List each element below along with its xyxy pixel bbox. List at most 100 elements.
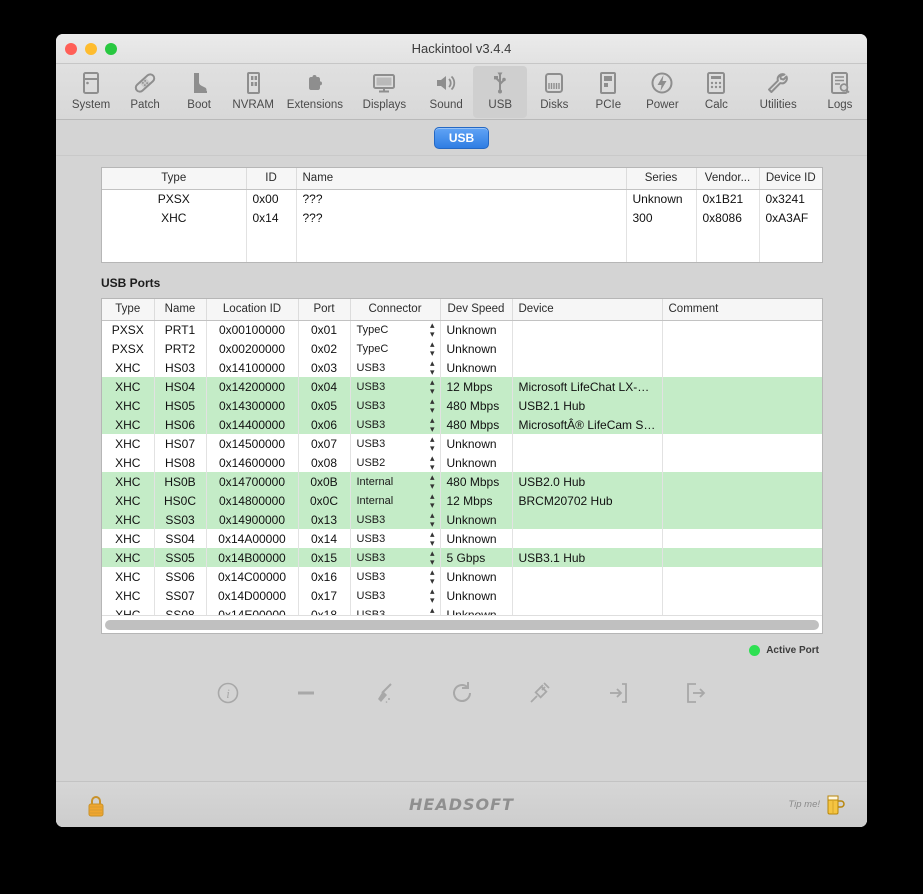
stepper-chevron-icon[interactable]: ▴▾ bbox=[430, 320, 435, 339]
column-header[interactable]: Type bbox=[102, 299, 155, 321]
toolbar-item-usb[interactable]: USB bbox=[473, 66, 528, 118]
cell-connector[interactable]: USB3 ▴▾ bbox=[350, 415, 441, 434]
refresh-button[interactable] bbox=[449, 680, 475, 706]
minimize-button[interactable] bbox=[85, 43, 97, 55]
scrollbar-thumb[interactable] bbox=[105, 619, 819, 630]
stepper-chevron-icon[interactable]: ▴▾ bbox=[430, 567, 435, 586]
table-row[interactable]: XHC 0x14??? 300 0x8086 0xA3AF bbox=[102, 208, 822, 227]
table-row[interactable]: XHC SS07 0x14D00000 0x17 USB3 ▴ ▾ Unknown bbox=[102, 586, 822, 605]
column-header[interactable]: Location ID bbox=[206, 299, 299, 321]
toolbar-item-sound[interactable]: Sound bbox=[419, 66, 473, 118]
table-row[interactable]: XHC HS05 0x14300000 0x05 USB3 ▴ ▾ 480 Mbps USB2.… bbox=[102, 396, 822, 415]
cell-connector[interactable]: USB3 ▴▾ bbox=[350, 377, 441, 396]
export-button[interactable] bbox=[683, 680, 709, 706]
stepper-chevron-icon[interactable]: ▴▾ bbox=[430, 453, 435, 472]
stepper-chevron-icon[interactable]: ▴▾ bbox=[430, 339, 435, 358]
cell-name: HS07 bbox=[154, 434, 207, 453]
stepper-chevron-icon[interactable]: ▴▾ bbox=[430, 434, 435, 453]
table-row[interactable]: XHC HS06 0x14400000 0x06 USB3 ▴ ▾ 480 Mbps Micro… bbox=[102, 415, 822, 434]
cell-connector[interactable]: Internal ▴ ▾ bbox=[350, 491, 441, 510]
minus-button[interactable] bbox=[293, 680, 319, 706]
stepper-chevron-icon[interactable]: ▴▾ bbox=[430, 548, 435, 567]
toolbar-item-power[interactable]: Power bbox=[635, 66, 689, 118]
column-header[interactable]: Name bbox=[296, 168, 627, 190]
cell-type: XHC bbox=[102, 208, 247, 227]
stepper-chevron-icon[interactable]: ▴▾ bbox=[430, 510, 435, 529]
cell-dev-speed: 12 Mbps bbox=[440, 377, 513, 396]
cell-connector[interactable]: USB3 ▴▾ bbox=[350, 529, 441, 548]
tab-usb[interactable]: USB bbox=[433, 126, 490, 149]
column-header[interactable]: Device ID bbox=[759, 168, 822, 190]
column-header[interactable]: Vendor... bbox=[696, 168, 760, 190]
toolbar-item-pcie[interactable]: PCIe bbox=[581, 66, 635, 118]
stepper-chevron-icon[interactable]: ▴▾ bbox=[430, 605, 435, 615]
cell-connector[interactable]: USB3 ▴▾ bbox=[350, 567, 441, 586]
column-header[interactable]: Connector bbox=[350, 299, 441, 321]
table-row[interactable]: XHC HS04 0x14200000 0x04 USB3 ▴ ▾ 12 Mbps Micros… bbox=[102, 377, 822, 396]
lock-icon[interactable] bbox=[86, 794, 106, 823]
column-header[interactable]: Dev Speed bbox=[440, 299, 513, 321]
cell-connector[interactable]: USB3 ▴▾ bbox=[350, 434, 441, 453]
toolbar-item-utilities[interactable]: Utilities bbox=[743, 66, 812, 118]
table-row[interactable]: PXSX PRT2 0x00200000 0x02 TypeC ▴ ▾ Unknown bbox=[102, 339, 822, 358]
table-row[interactable]: PXSX 0x00??? Unknown 0x1B21 0x3241 bbox=[102, 189, 822, 208]
cell-connector[interactable]: USB3 ▴▾ bbox=[350, 396, 441, 415]
table-row[interactable]: XHC SS05 0x14B00000 0x15 USB3 ▴ ▾ 5 Gbps USB3.1 … bbox=[102, 548, 822, 567]
connector-value: USB3 bbox=[356, 418, 386, 431]
table-row[interactable]: XHC HS08 0x14600000 0x08 USB2 ▴ ▾ Unknown bbox=[102, 453, 822, 472]
cell-connector[interactable]: USB3 ▴▾ bbox=[350, 605, 441, 615]
broom-button[interactable] bbox=[371, 680, 397, 706]
column-header[interactable]: Port bbox=[298, 299, 351, 321]
tip-area[interactable]: Tip me! bbox=[788, 792, 845, 816]
table-row[interactable]: XHC HS07 0x14500000 0x07 USB3 ▴ ▾ Unknown bbox=[102, 434, 822, 453]
cell-connector[interactable]: USB3 ▴▾ bbox=[350, 586, 441, 605]
cell-connector[interactable]: USB3 ▴▾ bbox=[350, 358, 441, 377]
toolbar-item-system[interactable]: System bbox=[64, 66, 118, 118]
table-row[interactable]: XHC HS0C 0x14800000 0x0C Internal ▴ ▾ 12 Mbps BR… bbox=[102, 491, 822, 510]
column-header[interactable]: Device bbox=[512, 299, 663, 321]
stepper-chevron-icon[interactable]: ▴▾ bbox=[430, 491, 435, 510]
stepper-chevron-icon[interactable]: ▴▾ bbox=[430, 377, 435, 396]
usb-ports-heading: USB Ports bbox=[101, 276, 161, 290]
column-header[interactable]: Comment bbox=[662, 299, 822, 321]
toolbar-item-extensions[interactable]: Extensions bbox=[280, 66, 349, 118]
cell-connector[interactable]: USB2 ▴ ▾ bbox=[350, 453, 441, 472]
table-row[interactable]: XHC SS06 0x14C00000 0x16 USB3 ▴ ▾ Unknown bbox=[102, 567, 822, 586]
stepper-chevron-icon[interactable]: ▴▾ bbox=[430, 415, 435, 434]
stepper-chevron-icon[interactable]: ▴▾ bbox=[430, 472, 435, 491]
table-row[interactable]: XHC SS04 0x14A00000 0x14 USB3 ▴ ▾ Unknown bbox=[102, 529, 822, 548]
stepper-chevron-icon[interactable]: ▴▾ bbox=[430, 586, 435, 605]
cell-connector[interactable]: TypeC ▴ ▾ bbox=[350, 320, 441, 339]
cell-connector[interactable]: TypeC ▴ ▾ bbox=[350, 339, 441, 358]
table-row[interactable]: XHC HS03 0x14100000 0x03 USB3 ▴ ▾ Unknown bbox=[102, 358, 822, 377]
table-row[interactable]: XHCSS080x14E000000x18 USB3 ▴▾ Unknown bbox=[102, 605, 822, 615]
connector-value: Internal bbox=[356, 494, 394, 507]
close-button[interactable] bbox=[65, 43, 77, 55]
import-button[interactable] bbox=[605, 680, 631, 706]
toolbar-item-patch[interactable]: Patch bbox=[118, 66, 172, 118]
cell-connector[interactable]: Internal ▴ ▾ bbox=[350, 472, 441, 491]
toolbar-item-calc[interactable]: Calc bbox=[689, 66, 743, 118]
column-header[interactable]: ID bbox=[246, 168, 297, 190]
toolbar-item-nvram[interactable]: NVRAM bbox=[226, 66, 280, 118]
zoom-button[interactable] bbox=[105, 43, 117, 55]
cell-connector[interactable]: USB3 ▴▾ bbox=[350, 548, 441, 567]
stepper-chevron-icon[interactable]: ▴▾ bbox=[430, 358, 435, 377]
column-header[interactable]: Type bbox=[102, 168, 247, 190]
toolbar-item-disks[interactable]: Disks bbox=[527, 66, 581, 118]
horizontal-scrollbar[interactable] bbox=[102, 615, 822, 633]
syringe-button[interactable] bbox=[527, 680, 553, 706]
info-button[interactable]: i bbox=[215, 680, 241, 706]
toolbar-item-displays[interactable]: Displays bbox=[350, 66, 419, 118]
import-icon bbox=[609, 683, 627, 703]
cell-connector[interactable]: USB3 ▴▾ bbox=[350, 510, 441, 529]
column-header[interactable]: Series bbox=[626, 168, 697, 190]
table-row[interactable]: PXSX PRT1 0x00100000 0x01 TypeC ▴ ▾ Unknown bbox=[102, 320, 822, 339]
column-header[interactable]: Name bbox=[154, 299, 207, 321]
stepper-chevron-icon[interactable]: ▴▾ bbox=[430, 529, 435, 548]
stepper-chevron-icon[interactable]: ▴▾ bbox=[430, 396, 435, 415]
toolbar-item-logs[interactable]: Logs bbox=[813, 66, 867, 118]
table-row[interactable]: XHC HS0B 0x14700000 0x0B Internal ▴ ▾ 480 Mbps U… bbox=[102, 472, 822, 491]
table-row[interactable]: XHC SS03 0x14900000 0x13 USB3 ▴ ▾ Unknown bbox=[102, 510, 822, 529]
toolbar-item-boot[interactable]: Boot bbox=[172, 66, 226, 118]
